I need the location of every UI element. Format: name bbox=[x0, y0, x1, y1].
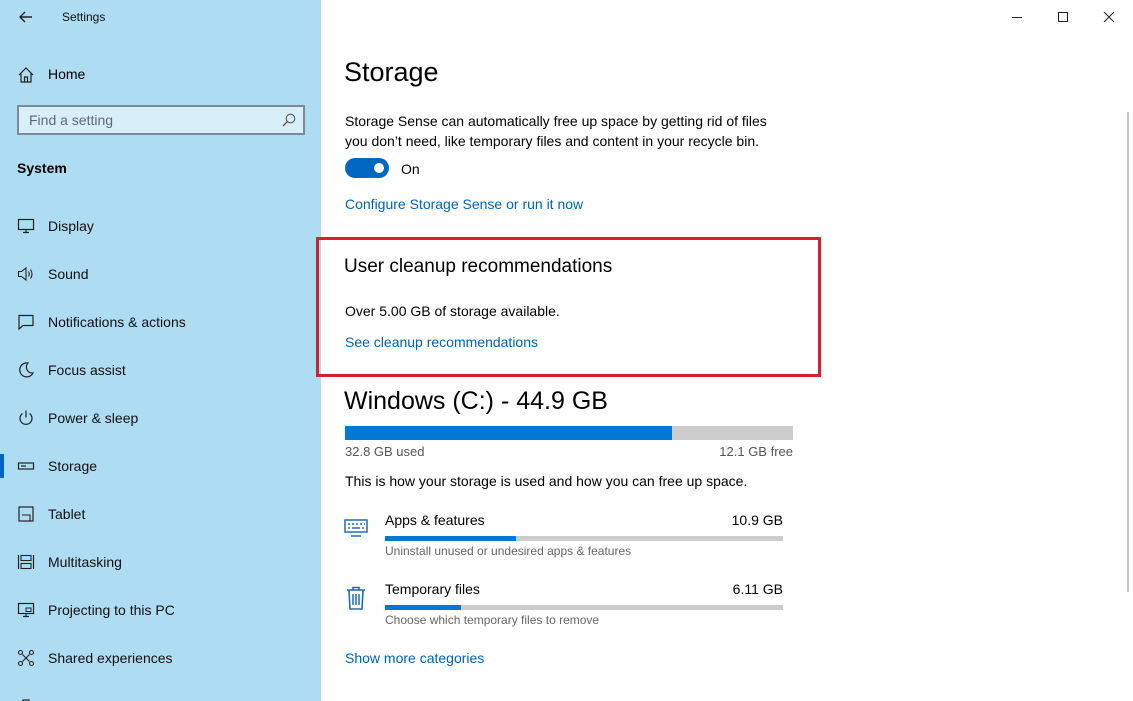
category-usage-fill bbox=[385, 536, 517, 541]
toggle-state-label: On bbox=[401, 161, 420, 177]
active-indicator bbox=[0, 454, 4, 478]
category-size: 10.9 GB bbox=[731, 512, 783, 528]
sound-icon bbox=[17, 266, 33, 282]
drive-usage-fill bbox=[345, 426, 673, 440]
shared-experiences-icon bbox=[17, 649, 35, 667]
category-name: Temporary files bbox=[385, 581, 480, 597]
search-placeholder: Find a setting bbox=[29, 112, 114, 128]
home-icon bbox=[18, 67, 34, 83]
sidebar-item-home[interactable]: Home bbox=[0, 56, 321, 92]
page-title: Storage bbox=[344, 57, 439, 87]
focus-assist-icon bbox=[19, 362, 35, 378]
scrollbar[interactable] bbox=[1127, 112, 1129, 592]
clipboard-icon bbox=[22, 699, 30, 701]
search-input[interactable]: Find a setting bbox=[17, 105, 305, 135]
sidebar-item-focus-assist[interactable]: Focus assist bbox=[0, 350, 321, 390]
sidebar-item-partial[interactable] bbox=[0, 686, 321, 701]
toggle-knob bbox=[374, 163, 384, 173]
tablet-icon bbox=[18, 506, 34, 522]
sidebar-item-label: Power & sleep bbox=[48, 410, 139, 426]
storage-sense-description: Storage Sense can automatically free up … bbox=[345, 113, 767, 149]
multitasking-icon bbox=[17, 554, 35, 570]
storage-icon bbox=[17, 462, 35, 470]
display-icon bbox=[17, 218, 35, 234]
sidebar-item-label: Notifications & actions bbox=[48, 314, 186, 330]
show-more-categories-link[interactable]: Show more categories bbox=[345, 650, 484, 666]
drive-title: Windows (C:) - 44.9 GB bbox=[344, 387, 608, 415]
configure-storage-sense-link[interactable]: Configure Storage Sense or run it now bbox=[345, 196, 583, 212]
section-label: System bbox=[17, 160, 67, 176]
drive-free-label: 12.1 GB free bbox=[719, 444, 793, 459]
sidebar-item-notifications[interactable]: Notifications & actions bbox=[0, 302, 321, 342]
drive-used-label: 32.8 GB used bbox=[345, 444, 425, 459]
sidebar-item-label: Sound bbox=[48, 266, 89, 282]
back-button[interactable] bbox=[12, 5, 40, 29]
search-icon[interactable] bbox=[281, 112, 297, 128]
drive-usage-bar bbox=[345, 426, 793, 440]
category-size: 6.11 GB bbox=[732, 581, 783, 597]
sidebar-item-label: Storage bbox=[48, 458, 98, 474]
usage-description: This is how your storage is used and how… bbox=[345, 473, 748, 489]
see-cleanup-recommendations-link[interactable]: See cleanup recommendations bbox=[345, 334, 538, 350]
power-icon bbox=[19, 410, 33, 425]
sidebar-item-sound[interactable]: Sound bbox=[0, 254, 321, 294]
trash-icon bbox=[347, 586, 365, 610]
apps-features-icon bbox=[344, 519, 368, 537]
sidebar-item-power-sleep[interactable]: Power & sleep bbox=[0, 398, 321, 438]
category-usage-bar bbox=[385, 536, 783, 541]
sidebar-item-label: Projecting to this PC bbox=[48, 602, 175, 618]
sidebar-item-projecting[interactable]: Projecting to this PC bbox=[0, 590, 321, 630]
storage-sense-toggle[interactable] bbox=[345, 158, 389, 178]
category-name: Apps & features bbox=[385, 512, 485, 528]
category-usage-bar bbox=[385, 605, 783, 610]
notifications-icon bbox=[18, 314, 34, 331]
category-description: Uninstall unused or undesired apps & fea… bbox=[385, 544, 632, 558]
sidebar-item-shared-experiences[interactable]: Shared experiences bbox=[0, 638, 321, 678]
sidebar-item-storage[interactable]: Storage bbox=[0, 446, 321, 486]
sidebar-item-label: Multitasking bbox=[48, 554, 122, 570]
sidebar-item-multitasking[interactable]: Multitasking bbox=[0, 542, 321, 582]
category-usage-fill bbox=[385, 605, 461, 610]
sidebar-item-label: Focus assist bbox=[48, 362, 126, 378]
app-title: Settings bbox=[62, 10, 106, 24]
sidebar-item-display[interactable]: Display bbox=[0, 206, 321, 246]
sidebar-item-label: Shared experiences bbox=[48, 650, 173, 666]
sidebar-item-label: Home bbox=[48, 66, 86, 82]
cleanup-heading: User cleanup recommendations bbox=[344, 256, 613, 277]
sidebar-item-tablet[interactable]: Tablet bbox=[0, 494, 321, 534]
sidebar-item-label: Display bbox=[48, 218, 94, 234]
main-content: Storage Storage Sense can automatically … bbox=[316, 0, 1133, 701]
cleanup-available-text: Over 5.00 GB of storage available. bbox=[345, 303, 560, 319]
category-description: Choose which temporary files to remove bbox=[385, 613, 600, 627]
sidebar-item-label: Tablet bbox=[48, 506, 86, 522]
sidebar: Settings Home Find a setting System Disp… bbox=[0, 0, 321, 701]
back-arrow-icon bbox=[19, 11, 32, 23]
projecting-icon bbox=[17, 602, 35, 618]
